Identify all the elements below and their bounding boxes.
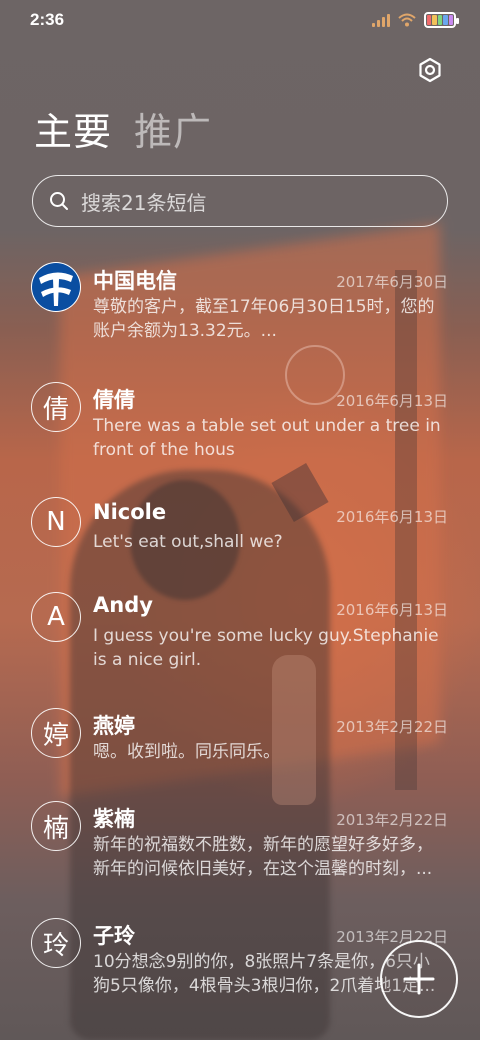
new-message-button[interactable] (380, 940, 458, 1018)
gear-icon (419, 57, 441, 83)
tab-bar: 主要 推广 (34, 106, 212, 158)
tab-promotions[interactable]: 推广 (134, 106, 212, 158)
tab-primary[interactable]: 主要 (34, 106, 112, 158)
avatar: 楠 (31, 801, 81, 851)
search-input[interactable]: 搜索21条短信 (32, 175, 448, 227)
signal-bars-icon (372, 13, 390, 27)
search-placeholder: 搜索21条短信 (81, 190, 207, 215)
status-bar: 2:36 (0, 0, 480, 40)
search-icon (50, 192, 68, 210)
message-preview: 新年的祝福数不胜数，新年的愿望好多好多，新年的问候依旧美好，在这个温馨的时刻，.… (93, 835, 433, 879)
status-time: 2:36 (30, 10, 65, 29)
status-icons (372, 12, 459, 28)
message-preview: Let's eat out,shall we? (93, 532, 283, 552)
avatar: 玲 (31, 918, 81, 968)
settings-button[interactable] (416, 56, 444, 84)
conversation-list: 中国电信 2017年6月30日 尊敬的客户，截至17年06月30日15时，您的账… (0, 255, 480, 1011)
contact-name: 子玲 (93, 924, 135, 948)
battery-icon (424, 12, 459, 28)
contact-name: Nicole (93, 500, 167, 524)
conversation-item[interactable]: A Andy 2016年6月13日 I guess you're some lu… (0, 585, 480, 701)
conversation-item[interactable]: 楠 紫楠 2013年2月22日 新年的祝福数不胜数，新年的愿望好多好多，新年的问… (0, 794, 480, 911)
avatar: 婷 (31, 708, 81, 758)
message-preview: There was a table set out under a tree i… (93, 416, 441, 460)
contact-name: 倩倩 (93, 388, 135, 412)
conversation-item[interactable]: 中国电信 2017年6月30日 尊敬的客户，截至17年06月30日15时，您的账… (0, 255, 480, 375)
avatar: N (31, 497, 81, 547)
conversation-item[interactable]: 倩 倩倩 2016年6月13日 There was a table set ou… (0, 375, 480, 492)
plus-icon (403, 963, 435, 995)
contact-name: 中国电信 (93, 269, 177, 293)
contact-name: 紫楠 (93, 807, 135, 831)
conversation-item[interactable]: N Nicole 2016年6月13日 Let's eat out,shall … (0, 492, 480, 585)
message-date: 2016年6月13日 (336, 508, 448, 526)
message-preview: 尊敬的客户，截至17年06月30日15时，您的账户余额为13.32元。... (93, 297, 435, 341)
message-date: 2017年6月30日 (336, 273, 448, 291)
message-date: 2013年2月22日 (336, 718, 448, 736)
contact-name: 燕婷 (93, 714, 135, 738)
contact-name: Andy (93, 593, 153, 617)
message-preview: 嗯。收到啦。同乐同乐。 (93, 742, 280, 762)
avatar: 倩 (31, 382, 81, 432)
message-date: 2013年2月22日 (336, 811, 448, 829)
china-telecom-logo (32, 263, 80, 311)
message-preview: I guess you're some lucky guy.Stephanie … (93, 626, 439, 670)
wifi-icon (398, 13, 416, 27)
conversation-item[interactable]: 婷 燕婷 2013年2月22日 嗯。收到啦。同乐同乐。 (0, 701, 480, 794)
avatar: A (31, 592, 81, 642)
message-date: 2016年6月13日 (336, 392, 448, 410)
message-date: 2016年6月13日 (336, 601, 448, 619)
avatar (31, 262, 81, 312)
